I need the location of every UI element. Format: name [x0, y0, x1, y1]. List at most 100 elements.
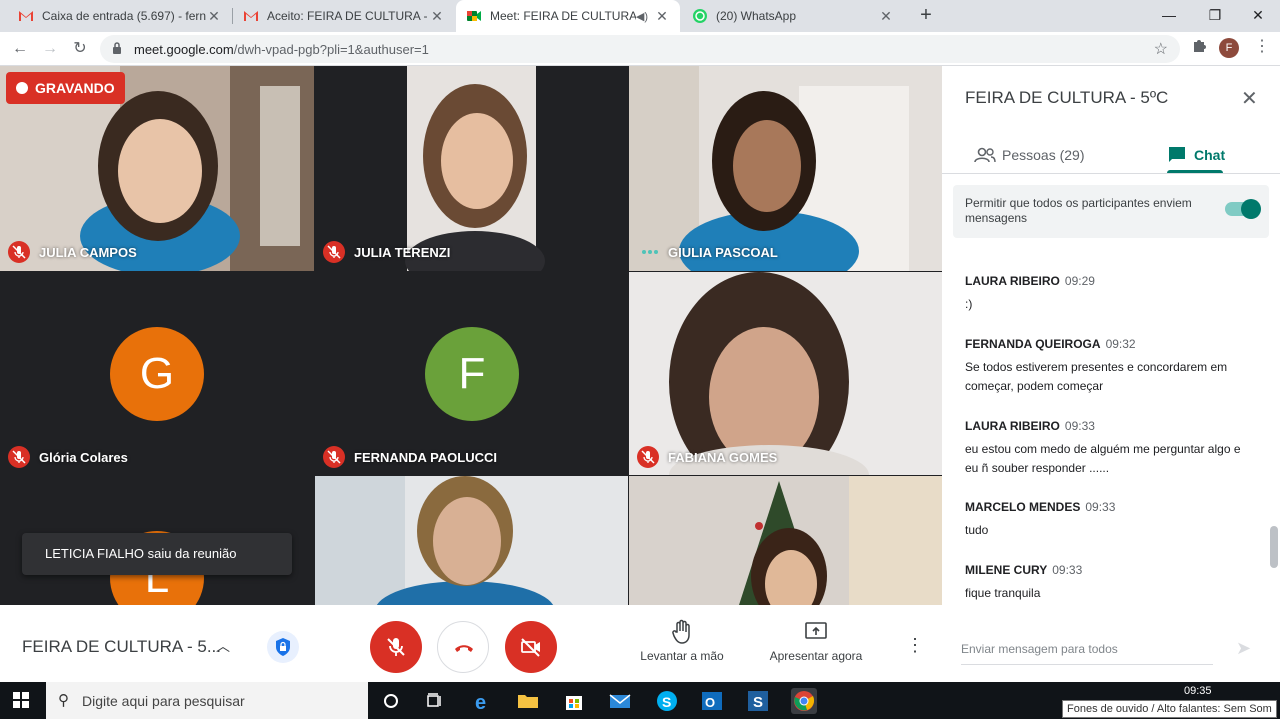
new-tab-button[interactable]: +	[914, 4, 938, 28]
tab-gmail-accepted[interactable]: Aceito: FEIRA DE CULTURA - 5ºC ✕	[233, 0, 455, 32]
chat-icon	[1169, 147, 1185, 162]
mic-off-icon	[387, 638, 405, 656]
skype-icon[interactable]: S	[654, 688, 680, 714]
url-text: meet.google.com/dwh-vpad-pgb?pli=1&authu…	[134, 42, 429, 57]
chat-message-input[interactable]: Enviar mensagem para todos	[961, 641, 1213, 665]
participant-tile[interactable]: G Glória Colares	[0, 272, 314, 475]
chat-panel: FEIRA DE CULTURA - 5ºC ✕ Pessoas (29) Ch…	[942, 66, 1280, 682]
participant-tile[interactable]: JULIA TERENZI	[315, 66, 628, 271]
leave-call-button[interactable]	[437, 621, 489, 673]
browser-toolbar: ← → ↻ meet.google.com/dwh-vpad-pgb?pli=1…	[0, 32, 1280, 66]
participant-tile[interactable]	[629, 476, 942, 605]
audio-tooltip: Fones de ouvido / Alto falantes: Sem Som	[1062, 700, 1277, 718]
muted-mic-icon	[323, 446, 345, 468]
reload-button[interactable]: ↻	[68, 37, 92, 61]
video-feed	[315, 476, 628, 605]
chevron-up-icon[interactable]: ︿	[216, 636, 230, 656]
bookmark-star-icon[interactable]: ☆	[1154, 39, 1168, 59]
tab-whatsapp[interactable]: (20) WhatsApp ✕	[682, 0, 904, 32]
participant-tile[interactable]: GIULIA PASCOAL	[629, 66, 942, 271]
svg-text:S: S	[662, 694, 671, 710]
raise-hand-button[interactable]: Levantar a mão	[637, 619, 727, 663]
lock-icon	[113, 42, 121, 54]
tab-people[interactable]: Pessoas (29)	[974, 138, 1084, 172]
record-dot-icon	[16, 82, 28, 94]
hand-icon	[637, 619, 727, 649]
participant-name: Glória Colares	[39, 450, 128, 465]
taskbar-clock[interactable]: 09:35	[1184, 685, 1212, 697]
edge-icon[interactable]: e	[470, 688, 496, 714]
file-explorer-icon[interactable]	[515, 688, 541, 714]
chat-scrollbar[interactable]	[1270, 526, 1278, 568]
host-controls-shield-icon[interactable]	[267, 631, 299, 663]
restore-button[interactable]: ❐	[1192, 0, 1238, 32]
close-panel-icon[interactable]: ✕	[1241, 86, 1258, 111]
forward-button[interactable]: →	[38, 37, 62, 61]
close-tab-icon[interactable]: ✕	[206, 8, 222, 25]
browser-menu-icon[interactable]: ⋮	[1254, 38, 1270, 58]
present-now-button[interactable]: Apresentar agora	[765, 619, 867, 663]
search-icon: ⚲	[58, 692, 69, 709]
people-icon	[974, 147, 996, 163]
panel-title: FEIRA DE CULTURA - 5ºC	[965, 88, 1169, 107]
recording-badge: GRAVANDO	[6, 72, 125, 104]
tab-strip: Caixa de entrada (5.697) - fernan ✕ Acei…	[0, 0, 1280, 32]
meeting-details-title[interactable]: FEIRA DE CULTURA - 5...	[22, 637, 221, 657]
video-grid: JULIA CAMPOS JULIA TERENZI GIULIA PASCOA…	[0, 66, 942, 605]
cortana-icon[interactable]	[378, 688, 404, 714]
allow-messages-setting: Permitir que todos os participantes envi…	[953, 185, 1269, 238]
meet-icon	[466, 8, 482, 24]
video-feed	[629, 272, 942, 475]
tab-gmail-inbox[interactable]: Caixa de entrada (5.697) - fernan ✕	[8, 0, 232, 32]
participant-name: JULIA CAMPOS	[39, 245, 137, 260]
camera-off-icon	[521, 638, 540, 657]
participant-tile[interactable]: F FERNANDA PAOLUCCI	[315, 272, 628, 475]
microphone-toggle-button[interactable]	[370, 621, 422, 673]
speaker-icon[interactable]: ◀)	[636, 10, 648, 23]
hang-up-icon	[455, 645, 473, 652]
whatsapp-icon	[692, 8, 708, 24]
chat-message: LAURA RIBEIRO 09:33 eu estou com medo de …	[965, 419, 1241, 475]
send-icon[interactable]: ➤	[1236, 638, 1251, 659]
chat-message: MARCELO MENDES 09:33 tudo	[965, 500, 1116, 537]
chat-message: MILENE CURY 09:33 fique tranquila	[965, 563, 1083, 600]
mail-icon[interactable]	[607, 688, 633, 714]
close-tab-icon[interactable]: ✕	[654, 8, 670, 25]
minimize-button[interactable]: —	[1146, 0, 1192, 32]
divider	[942, 173, 1280, 174]
participant-name: GIULIA PASCOAL	[668, 245, 778, 260]
gmail-icon	[243, 8, 259, 24]
profile-avatar[interactable]: F	[1219, 38, 1239, 58]
gmail-icon	[18, 8, 34, 24]
tab-chat[interactable]: Chat	[1167, 138, 1225, 172]
taskbar-search-box[interactable]: ⚲ Digite aqui para pesquisar	[46, 682, 368, 719]
participant-tile[interactable]	[315, 476, 628, 605]
close-window-button[interactable]: ✕	[1235, 0, 1280, 32]
allow-messages-toggle[interactable]	[1225, 199, 1261, 219]
back-button[interactable]: ←	[8, 37, 32, 61]
chat-message: LAURA RIBEIRO 09:29 :)	[965, 274, 1095, 311]
muted-mic-icon	[637, 446, 659, 468]
tab-meet[interactable]: Meet: FEIRA DE CULTURA - 5 ◀) ✕	[456, 0, 680, 32]
chrome-icon[interactable]	[791, 688, 817, 714]
muted-mic-icon	[8, 446, 30, 468]
address-bar[interactable]: meet.google.com/dwh-vpad-pgb?pli=1&authu…	[100, 35, 1180, 63]
video-feed	[315, 66, 628, 271]
video-feed	[629, 476, 942, 605]
participant-avatar: G	[110, 327, 204, 421]
store-icon[interactable]	[561, 688, 587, 714]
chat-message: FERNANDA QUEIROGA 09:32 Se todos estivere…	[965, 337, 1228, 393]
video-feed	[629, 66, 942, 271]
more-options-icon[interactable]: ⋮	[906, 635, 924, 657]
participant-tile[interactable]: FABIANA GOMES	[629, 272, 942, 475]
outlook-icon[interactable]: O	[699, 688, 725, 714]
extensions-puzzle-icon[interactable]	[1191, 38, 1209, 56]
svg-text:S: S	[753, 694, 763, 711]
windows-start-icon[interactable]	[13, 692, 29, 708]
close-tab-icon[interactable]: ✕	[429, 8, 445, 25]
close-tab-icon[interactable]: ✕	[878, 8, 894, 25]
camera-toggle-button[interactable]	[505, 621, 557, 673]
app-s-icon[interactable]: S	[745, 688, 771, 714]
muted-mic-icon	[8, 241, 30, 263]
task-view-icon[interactable]	[422, 688, 448, 714]
